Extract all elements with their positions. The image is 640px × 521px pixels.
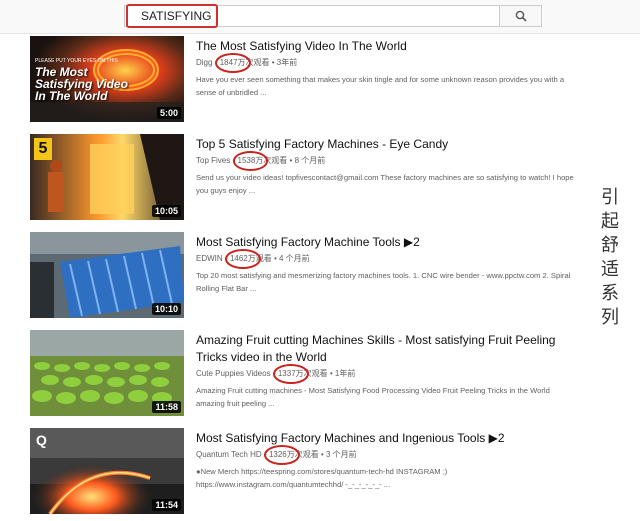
- duration-badge: 10:10: [151, 303, 181, 315]
- video-result[interactable]: 10:10 Most Satisfying Factory Machine To…: [0, 232, 580, 322]
- search-icon: [515, 10, 527, 22]
- duration-badge: 10:05: [151, 205, 181, 217]
- top-bar: SATISFYING: [0, 0, 640, 34]
- video-result[interactable]: 5 10:05 Top 5 Satisfying Factory Machine…: [0, 134, 580, 224]
- side-caption-char: 系: [601, 283, 619, 303]
- channel-name[interactable]: Quantum Tech HD: [196, 450, 262, 459]
- side-caption-char: 舒: [601, 235, 619, 255]
- side-caption-char: 起: [601, 211, 619, 231]
- video-description: Have you ever seen something that makes …: [196, 75, 565, 97]
- channel-name[interactable]: Digg: [196, 58, 212, 67]
- thumbnail-letter-badge: Q: [36, 432, 47, 448]
- video-result[interactable]: 11:58 Amazing Fruit cutting Machines Ski…: [0, 330, 580, 420]
- duration-badge: 11:54: [152, 499, 181, 511]
- view-count-highlight: [272, 364, 309, 384]
- video-description: Send us your video ideas! topfivescontac…: [196, 173, 574, 195]
- duration-badge: 11:58: [152, 401, 181, 413]
- video-title[interactable]: Most Satisfying Factory Machine Tools ▶2: [196, 234, 576, 251]
- upload-age: 3年前: [276, 58, 298, 67]
- upload-age: 4 个月前: [279, 254, 310, 263]
- view-count: 1847万: [214, 53, 251, 73]
- video-thumbnail[interactable]: 10:10: [30, 232, 184, 318]
- video-description: Top 20 most satisfying and mesmerizing f…: [196, 271, 571, 293]
- view-count-highlight: [214, 53, 251, 73]
- side-caption-char: 适: [601, 259, 619, 279]
- view-count-highlight: [232, 151, 269, 171]
- video-meta: Cute Puppies Videos • 1337万 次观看 • 1年前: [196, 364, 576, 384]
- video-result[interactable]: Q 11:54 Most Satisfying Factory Machines…: [0, 428, 580, 518]
- view-count-highlight: [224, 249, 261, 269]
- side-caption-char: 列: [601, 307, 619, 327]
- video-description: Amazing Fruit cutting machines - Most Sa…: [196, 386, 550, 408]
- video-description: ●New Merch https://teespring.com/stores/…: [196, 467, 448, 489]
- search-input[interactable]: SATISFYING: [124, 5, 500, 27]
- thumbnail-caption-small: PLEASE PUT YOUR EYES ON THIS: [35, 58, 118, 64]
- video-thumbnail[interactable]: 11:58: [30, 330, 184, 416]
- video-title[interactable]: Most Satisfying Factory Machines and Ing…: [196, 430, 576, 447]
- channel-name[interactable]: EDWIN: [196, 254, 223, 263]
- video-meta: Digg • 1847万 次观看 • 3年前: [196, 53, 576, 73]
- thumbnail-number-badge: 5: [34, 138, 52, 160]
- side-caption: 引 起 舒 适 系 列: [596, 185, 624, 329]
- video-meta: EDWIN • 1462万 观看 • 4 个月前: [196, 249, 576, 269]
- video-thumbnail[interactable]: 5 10:05: [30, 134, 184, 220]
- upload-age: 3 个月前: [326, 450, 357, 459]
- view-count-highlight: [263, 445, 300, 465]
- duration-badge: 5:00: [156, 107, 181, 119]
- upload-age: 1年前: [334, 369, 356, 378]
- view-count: 1538万: [232, 151, 269, 171]
- channel-name[interactable]: Top Fives: [196, 156, 230, 165]
- video-title[interactable]: The Most Satisfying Video In The World: [196, 38, 576, 55]
- video-meta: Top Fives • 1538万 次观看 • 8 个月前: [196, 151, 576, 171]
- search-button[interactable]: [500, 5, 542, 27]
- side-caption-char: 引: [601, 187, 619, 207]
- video-title[interactable]: Amazing Fruit cutting Machines Skills - …: [196, 332, 576, 366]
- video-meta: Quantum Tech HD • 1326万 次观看 • 3 个月前: [196, 445, 576, 465]
- video-result[interactable]: PLEASE PUT YOUR EYES ON THIS The Most Sa…: [0, 36, 580, 126]
- view-count: 1337万: [272, 364, 309, 384]
- upload-age: 8 个月前: [294, 156, 326, 165]
- channel-name[interactable]: Cute Puppies Videos: [196, 369, 271, 378]
- thumbnail-caption: The Most Satisfying Video In The World: [35, 65, 128, 103]
- view-count: 1326万: [263, 445, 300, 465]
- video-thumbnail[interactable]: PLEASE PUT YOUR EYES ON THIS The Most Sa…: [30, 36, 184, 122]
- video-thumbnail[interactable]: Q 11:54: [30, 428, 184, 514]
- view-count: 1462万: [224, 249, 261, 269]
